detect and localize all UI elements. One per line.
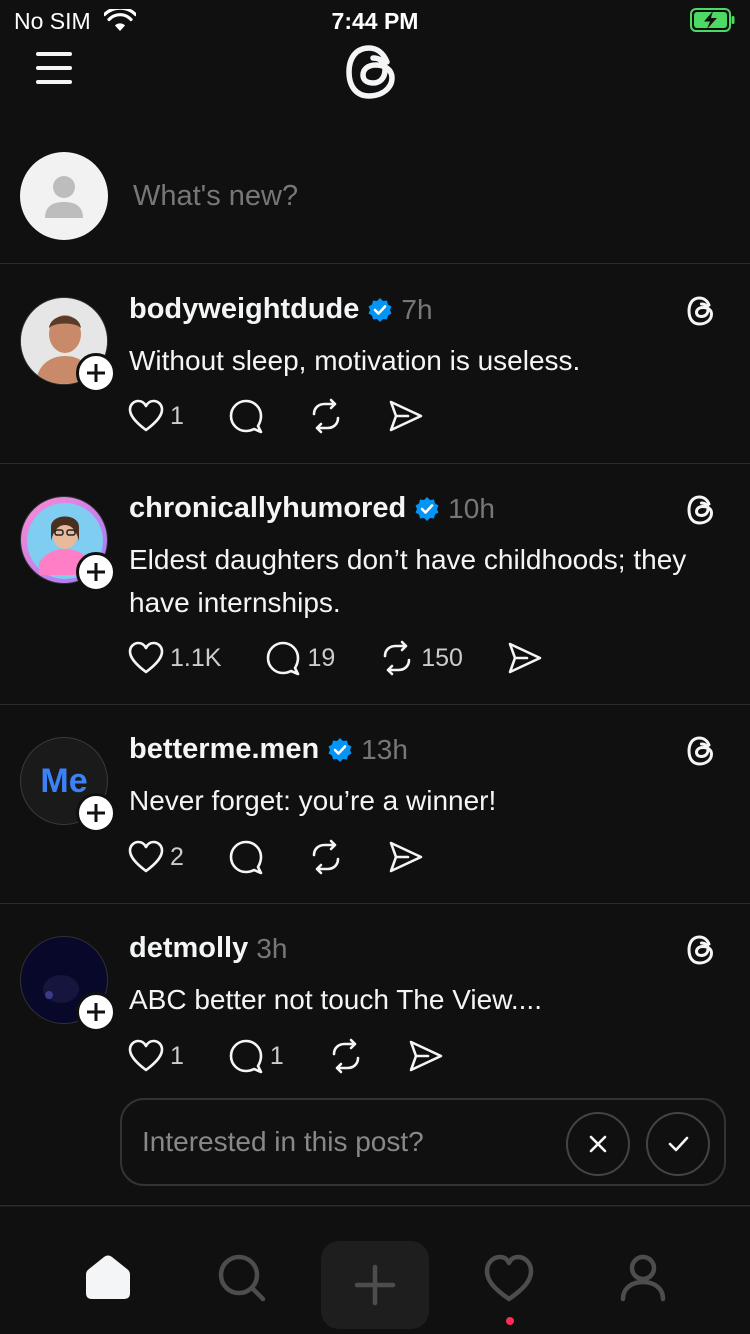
- close-icon: [589, 1135, 607, 1153]
- threads-icon[interactable]: [684, 733, 720, 769]
- default-avatar-icon: [45, 176, 83, 218]
- follow-button[interactable]: [76, 353, 116, 393]
- search-icon: [218, 1254, 266, 1302]
- new-post-composer[interactable]: What's new?: [0, 140, 750, 264]
- verified-badge-icon: [415, 496, 439, 521]
- check-icon: [668, 1136, 689, 1152]
- threads-icon[interactable]: [684, 492, 720, 528]
- heart-icon: [128, 1039, 164, 1072]
- like-button[interactable]: 1: [128, 1039, 184, 1073]
- heart-icon: [128, 641, 164, 674]
- follow-button[interactable]: [76, 992, 116, 1032]
- repost-icon: [332, 1038, 360, 1074]
- share-button[interactable]: [408, 1039, 444, 1073]
- reply-button[interactable]: 1: [228, 1038, 284, 1074]
- repost-icon: [312, 839, 340, 875]
- reply-count: 19: [307, 643, 336, 672]
- reply-count: 1: [269, 1041, 284, 1070]
- comment-icon: [229, 840, 263, 875]
- post-text: ABC better not touch The View....: [129, 984, 542, 1015]
- post-age: 13h: [361, 733, 408, 765]
- like-button[interactable]: 2: [128, 840, 184, 874]
- verified-badge-icon: [328, 737, 352, 762]
- post-text: Never forget: you’re a winner!: [129, 785, 497, 816]
- repost-button[interactable]: [308, 398, 344, 434]
- share-icon: [409, 1040, 443, 1072]
- tab-create[interactable]: [321, 1241, 429, 1329]
- repost-icon: [312, 398, 340, 434]
- repost-button[interactable]: [328, 1038, 364, 1074]
- profile-icon: [620, 1254, 666, 1302]
- follow-button[interactable]: [76, 793, 116, 833]
- like-count: 1.1K: [170, 643, 222, 672]
- share-button[interactable]: [388, 840, 424, 874]
- like-count: 1: [170, 1041, 184, 1070]
- tab-activity[interactable]: [479, 1247, 539, 1307]
- menu-icon[interactable]: [36, 52, 76, 86]
- username[interactable]: chronicallyhumored: [129, 492, 406, 525]
- post-age: 10h: [448, 492, 495, 524]
- interested-button[interactable]: [646, 1112, 710, 1176]
- heart-icon: [128, 840, 164, 873]
- username[interactable]: betterme.men: [129, 733, 319, 766]
- share-icon: [389, 400, 423, 432]
- comment-icon: [229, 399, 263, 434]
- composer-placeholder[interactable]: What's new?: [133, 180, 298, 213]
- share-icon: [508, 642, 542, 674]
- heart-icon: [128, 399, 164, 432]
- not-interested-button[interactable]: [566, 1112, 630, 1176]
- home-icon: [86, 1255, 130, 1299]
- reply-button[interactable]: [228, 398, 264, 434]
- post-age: 3h: [256, 932, 288, 964]
- interest-prompt: Interested in this post?: [120, 1098, 726, 1186]
- heart-icon: [484, 1254, 534, 1302]
- repost-button[interactable]: [308, 839, 344, 875]
- battery-charging-icon: [690, 8, 735, 32]
- tab-home[interactable]: [78, 1247, 138, 1307]
- post-card[interactable]: Me betterme.men 13h Never forget: you’re…: [0, 705, 750, 904]
- username[interactable]: detmolly: [129, 932, 248, 965]
- reply-button[interactable]: [228, 839, 264, 875]
- my-avatar[interactable]: [20, 152, 108, 240]
- threads-icon[interactable]: [684, 293, 720, 329]
- tab-profile[interactable]: [613, 1247, 673, 1307]
- status-bar: No SIM 7:44 PM: [0, 0, 750, 40]
- verified-badge-icon: [368, 297, 392, 322]
- post-age: 7h: [401, 293, 433, 325]
- share-button[interactable]: [507, 641, 543, 675]
- like-count: 2: [170, 842, 184, 871]
- share-button[interactable]: [388, 399, 424, 433]
- share-icon: [389, 841, 423, 873]
- plus-icon: [354, 1264, 396, 1306]
- comment-icon: [267, 641, 300, 676]
- post-card[interactable]: chronicallyhumored 10h Eldest daughters …: [0, 464, 750, 705]
- notification-dot: [506, 1317, 514, 1325]
- comment-icon: [229, 1039, 263, 1074]
- threads-logo-icon[interactable]: [340, 38, 408, 106]
- post-card[interactable]: bodyweightdude 7h Without sleep, motivat…: [0, 265, 750, 464]
- like-count: 1: [170, 401, 184, 430]
- like-button[interactable]: 1: [128, 399, 184, 433]
- threads-icon[interactable]: [684, 932, 720, 968]
- follow-button[interactable]: [76, 552, 116, 592]
- post-text: Without sleep, motivation is useless.: [129, 345, 581, 376]
- reply-button[interactable]: 19: [265, 640, 335, 676]
- repost-count: 150: [421, 643, 463, 672]
- repost-icon: [383, 640, 411, 676]
- username[interactable]: bodyweightdude: [129, 293, 359, 326]
- interest-question: Interested in this post?: [142, 1126, 424, 1157]
- like-button[interactable]: 1.1K: [128, 641, 221, 675]
- clock: 7:44 PM: [331, 8, 419, 34]
- post-text: Eldest daughters don’t have childhoods; …: [129, 544, 687, 618]
- bottom-tab-bar: [0, 1206, 750, 1334]
- repost-button[interactable]: 150: [379, 640, 463, 676]
- tab-search[interactable]: [211, 1247, 271, 1307]
